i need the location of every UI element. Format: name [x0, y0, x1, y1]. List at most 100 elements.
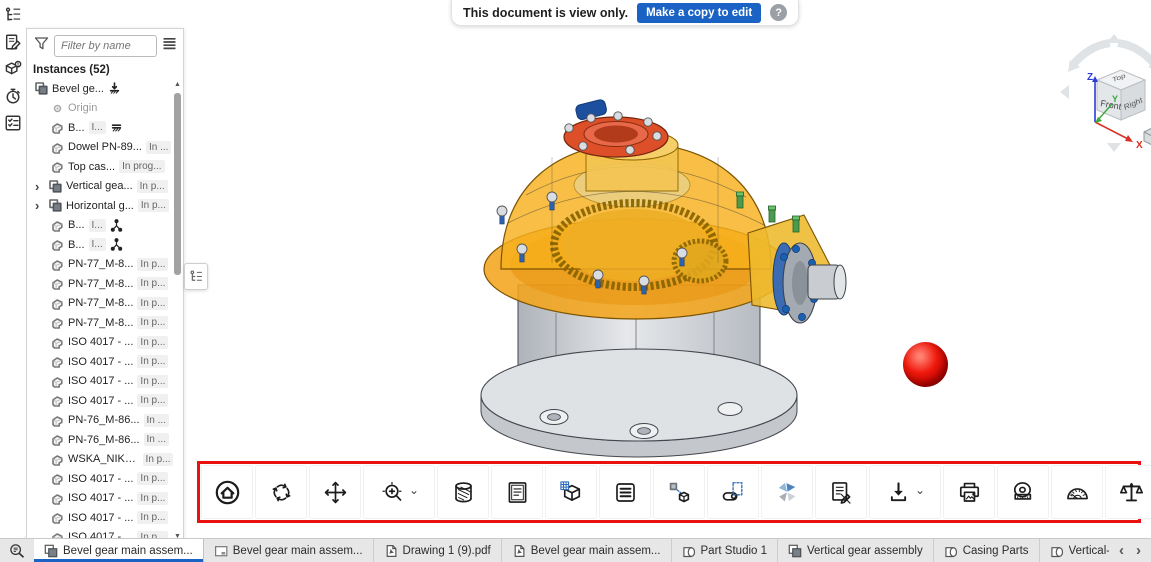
doc-tab-8[interactable]: Vertical-Parts	[1040, 539, 1109, 562]
view-tools-toolbar: ⌄⌄	[197, 461, 1141, 523]
drawing-sheet-button[interactable]	[491, 465, 543, 519]
state-badge: In p...	[137, 492, 168, 505]
print-image-button[interactable]	[943, 465, 995, 519]
doc-tab-3[interactable]: Drawing 1 (9).pdf	[374, 539, 502, 562]
instance-row[interactable]: ISO 4017 - ...In p...	[27, 508, 173, 528]
tab-scroll-left[interactable]: ‹	[1119, 543, 1124, 558]
instance-row[interactable]: Top cas...In prog...	[27, 157, 173, 177]
exploded-view-button[interactable]	[653, 465, 705, 519]
bom-table-button[interactable]	[599, 465, 651, 519]
tree-panel-toggle[interactable]	[184, 263, 208, 290]
instance-row[interactable]: PN-77_M-8... In p...	[27, 294, 173, 314]
instance-row[interactable]: PN-77_M-8...In p...	[27, 313, 173, 333]
part-icon	[51, 394, 64, 407]
document-tab-bar: Bevel gear main assem...Bevel gear main …	[0, 538, 1151, 562]
instance-label: Bevel ge...	[52, 83, 104, 95]
instance-row[interactable]: ISO 4017 - ...In p...	[27, 489, 173, 509]
panel-scrollbar[interactable]: ▲ ▼	[173, 79, 182, 542]
doc-tab-1[interactable]: Bevel gear main assem...	[34, 539, 204, 562]
doc-tab-2[interactable]: Bevel gear main assem...	[204, 539, 374, 562]
instance-label: Origin	[68, 102, 97, 114]
measure-tape-button[interactable]	[997, 465, 1049, 519]
partstudio-tab-icon	[1050, 544, 1064, 558]
instance-row[interactable]: Bevel ge...	[27, 79, 173, 99]
instance-row[interactable]: PN-76_M-86...In ...	[27, 430, 173, 450]
instance-row[interactable]: ISO 4017 - ...In p...	[27, 372, 173, 392]
instance-label: PN-77_M-8...	[68, 297, 133, 309]
state-badge: In p...	[137, 297, 168, 310]
instance-row[interactable]: PN-76_M-86...In ...	[27, 411, 173, 431]
doc-tab-7[interactable]: Casing Parts	[934, 539, 1040, 562]
z-axis-label: Z	[1087, 72, 1093, 83]
state-badge: In p...	[137, 375, 168, 388]
instance-row[interactable]: PN-77_M-8...In p...	[27, 255, 173, 275]
instance-row[interactable]: ISO 4017 - ...In p...	[27, 333, 173, 353]
doc-tab-5[interactable]: Part Studio 1	[672, 539, 778, 562]
part-icon	[51, 336, 64, 349]
tab-label: Drawing 1 (9).pdf	[403, 545, 491, 557]
list-menu-icon[interactable]	[161, 35, 178, 57]
assembly-tab-icon	[788, 544, 802, 558]
scroll-up-arrow[interactable]: ▲	[173, 81, 182, 88]
tab-scroll-right[interactable]: ›	[1136, 543, 1141, 558]
instance-row[interactable]: Dowel PN-89...In ...	[27, 138, 173, 158]
caret-down-icon[interactable]: ⌄	[409, 483, 419, 497]
view-only-banner: This document is view only. Make a copy …	[451, 0, 799, 26]
state-badge: In p...	[138, 199, 169, 212]
fit-view-home-button[interactable]	[201, 465, 253, 519]
instance-row[interactable]: WSKA_NIK_...In p...	[27, 450, 173, 470]
mate-connector-icon	[110, 219, 123, 232]
caret-down-icon[interactable]: ⌄	[915, 483, 925, 497]
instance-row[interactable]: B...I...	[27, 216, 173, 236]
instance-row[interactable]: ›Vertical gea...In p...	[27, 177, 173, 197]
named-views-pinwheel-button[interactable]	[761, 465, 813, 519]
section-plane-button[interactable]	[707, 465, 759, 519]
section-cylinder-button[interactable]	[437, 465, 489, 519]
drawing-tab-icon	[214, 544, 228, 558]
search-tabs-icon[interactable]	[0, 539, 34, 562]
question-help-icon[interactable]: ?	[770, 4, 787, 21]
part-icon	[51, 375, 64, 388]
part-icon	[51, 472, 64, 485]
version-box-icon[interactable]	[1, 57, 25, 81]
view-cube[interactable]: Top Front Right Z X Y	[1054, 30, 1151, 160]
instance-tree-icon[interactable]	[1, 3, 25, 27]
rotate-view-button[interactable]	[255, 465, 307, 519]
history-clock-icon[interactable]	[1, 84, 25, 108]
instance-row[interactable]: ISO 4017 - ...In p...	[27, 352, 173, 372]
view-options-cube-icon[interactable]	[1144, 128, 1151, 145]
instance-row[interactable]: Origin	[27, 99, 173, 119]
instance-row[interactable]: PN-77_M-8...In p...	[27, 274, 173, 294]
red-sphere-part[interactable]	[903, 342, 948, 387]
mass-properties-scale-button[interactable]	[1105, 465, 1151, 519]
expand-chevron-icon[interactable]: ›	[35, 180, 45, 193]
instance-row[interactable]: ›Horizontal g...In p...	[27, 196, 173, 216]
instance-row[interactable]: ISO 4017 - ...In p...	[27, 469, 173, 489]
origin-icon	[51, 102, 64, 115]
scrollbar-thumb[interactable]	[174, 93, 181, 275]
pan-view-button[interactable]	[309, 465, 361, 519]
instance-row[interactable]: B...I...	[27, 118, 173, 138]
instance-row[interactable]: B...I...	[27, 235, 173, 255]
make-copy-button[interactable]: Make a copy to edit	[637, 3, 761, 23]
doc-tab-4[interactable]: Bevel gear main assem...	[502, 539, 672, 562]
part-icon	[51, 121, 64, 134]
state-badge: In p...	[137, 394, 168, 407]
tab-label: Casing Parts	[963, 545, 1029, 557]
state-badge: I...	[89, 121, 106, 134]
checklist-icon[interactable]	[1, 111, 25, 135]
expand-chevron-icon[interactable]: ›	[35, 199, 45, 212]
bevel-gearbox-3d-model[interactable]	[456, 73, 861, 463]
export-download-button[interactable]: ⌄	[869, 465, 941, 519]
funnel-filter-icon[interactable]	[33, 35, 50, 57]
zoom-view-button[interactable]: ⌄	[363, 465, 435, 519]
instance-row[interactable]: ISO 4017 - ...In p...	[27, 391, 173, 411]
hide-annotations-button[interactable]	[815, 465, 867, 519]
part-icon	[51, 433, 64, 446]
state-badge: In prog...	[119, 160, 164, 173]
filter-by-name-input[interactable]	[54, 35, 157, 57]
annotate-edit-icon[interactable]	[1, 30, 25, 54]
isometric-grid-cube-button[interactable]	[545, 465, 597, 519]
protractor-angle-button[interactable]	[1051, 465, 1103, 519]
doc-tab-6[interactable]: Vertical gear assembly	[778, 539, 934, 562]
